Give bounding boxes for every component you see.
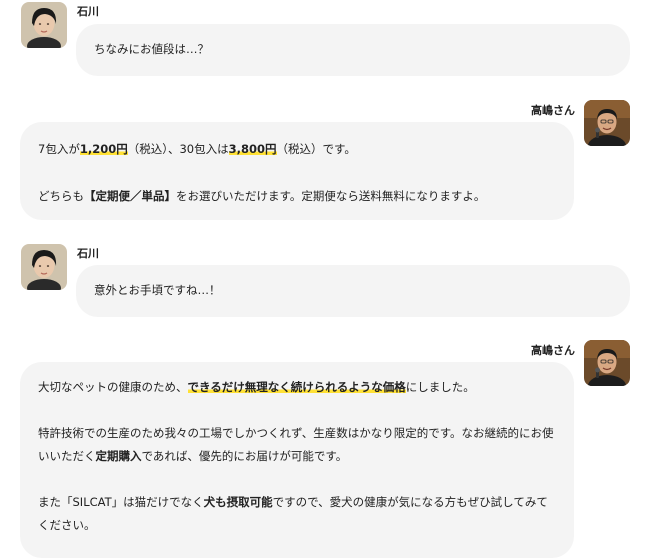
text-segment: また「SILCAT」は猫だけでなく bbox=[38, 495, 204, 509]
speaker-name: 石川 bbox=[77, 5, 99, 18]
bold-text: 犬も摂取可能 bbox=[203, 495, 273, 509]
message-takashima-2: 高嶋さん 大切なペットの健康のため、できるだけ無理なく続けられるような価格にしま… bbox=[0, 335, 650, 558]
price-7-pack: 1,200円 bbox=[79, 142, 128, 156]
text-segment: であれば、優先的にお届けが可能です。 bbox=[141, 449, 348, 463]
message-line: どちらも【定期便／単品】をお選びいただけます。定期便なら送料無料になりますよ。 bbox=[38, 161, 556, 208]
text-segment: をお選びいただけます。定期便なら送料無料になりますよ。 bbox=[176, 189, 486, 203]
man-with-microphone-avatar-icon bbox=[584, 100, 630, 146]
text-segment: （税込）です。 bbox=[276, 142, 356, 156]
message-paragraph: 大切なペットの健康のため、できるだけ無理なく続けられるような価格にしました。 bbox=[38, 362, 556, 399]
message-line: 7包入が1,200円（税込）、30包入は3,800円（税込）です。 bbox=[38, 122, 556, 161]
bold-text: 【定期便／単品】 bbox=[84, 189, 176, 203]
message-text: ちなみにお値段は…？ bbox=[94, 42, 209, 56]
bold-text: 定期購入 bbox=[95, 449, 142, 463]
message-ishikawa-2: 石川 意外とお手頃ですね…！ bbox=[0, 240, 650, 320]
text-segment: どちらも bbox=[38, 189, 84, 203]
price-30-pack: 3,800円 bbox=[228, 142, 277, 156]
man-with-microphone-avatar-icon bbox=[584, 340, 630, 386]
message-ishikawa-1: 石川 ちなみにお値段は…？ bbox=[0, 0, 650, 80]
chat-bubble: 意外とお手頃ですね…！ bbox=[76, 265, 630, 317]
message-takashima-1: 高嶋さん 7包入が1,200円（税込）、30包入は3,800円（税込）です。 ど… bbox=[0, 95, 650, 225]
speaker-name: 高嶋さん bbox=[531, 344, 575, 357]
message-paragraph: 特許技術での生産のため我々の工場でしかつくれず、生産数はかなり限定的です。なお継… bbox=[38, 399, 556, 468]
speaker-name: 石川 bbox=[77, 247, 99, 260]
chat-bubble: 7包入が1,200円（税込）、30包入は3,800円（税込）です。 どちらも【定… bbox=[20, 122, 574, 220]
message-text: 意外とお手頃ですね…！ bbox=[94, 283, 221, 297]
speaker-name: 高嶋さん bbox=[531, 104, 575, 117]
text-segment: 7包入が bbox=[38, 142, 80, 156]
text-segment: 大切なペットの健康のため、 bbox=[38, 380, 188, 394]
chat-bubble: 大切なペットの健康のため、できるだけ無理なく続けられるような価格にしました。 特… bbox=[20, 362, 574, 558]
text-segment: にしました。 bbox=[405, 380, 475, 394]
message-paragraph: また「SILCAT」は猫だけでなく犬も摂取可能ですので、愛犬の健康が気になる方も… bbox=[38, 468, 556, 537]
chat-bubble: ちなみにお値段は…？ bbox=[76, 24, 630, 76]
text-segment: （税込）、30包入は bbox=[127, 142, 229, 156]
woman-avatar-icon bbox=[21, 244, 67, 290]
highlighted-text: できるだけ無理なく続けられるような価格 bbox=[187, 380, 406, 394]
woman-avatar-icon bbox=[21, 2, 67, 48]
